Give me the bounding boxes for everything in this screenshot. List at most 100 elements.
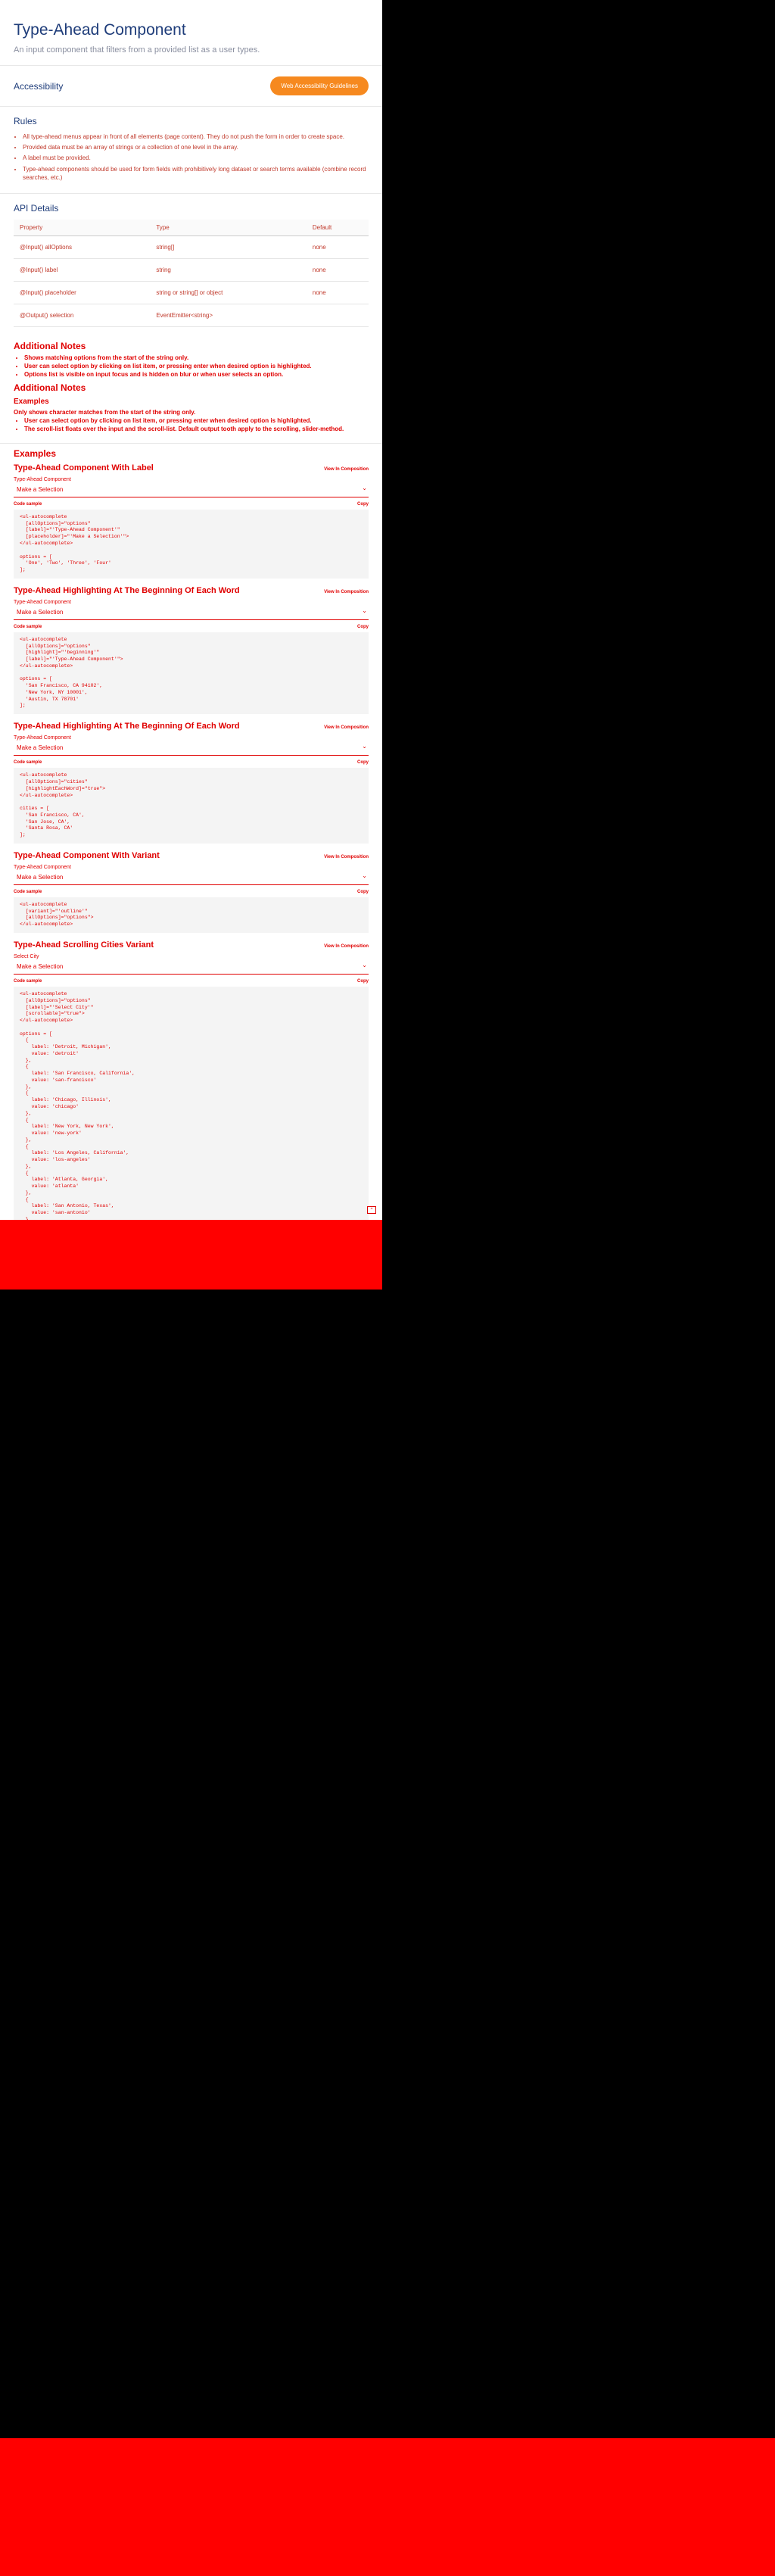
notes-section: Additional Notes Shows matching options … — [0, 341, 382, 444]
notes-list-wrapper: Shows matching options from the start of… — [14, 354, 369, 378]
cell-type: string[] — [150, 235, 307, 259]
table-row: @Output() selection EventEmitter<string> — [14, 304, 369, 327]
column-header: Type — [150, 219, 307, 236]
chevron-down-icon: ⌄ — [362, 484, 367, 491]
accessibility-section: Accessibility Web Accessibility Guidelin… — [0, 66, 382, 107]
type-ahead-input[interactable]: Type-Ahead Component Make a Selection ⌄ — [14, 476, 369, 497]
page-header: Type-Ahead Component An input component … — [0, 0, 382, 66]
page-subtitle: An input component that filters from a p… — [14, 45, 260, 55]
list-item: A label must be provided. — [23, 154, 369, 162]
type-ahead-input[interactable]: Type-Ahead Component Make a Selection ⌄ — [14, 734, 369, 756]
column-header: Property — [14, 219, 151, 236]
rules-list: All type-ahead menus appear in front of … — [14, 133, 369, 182]
code-sample-label: Code sample — [14, 760, 42, 766]
code-sample: <ul-autocomplete [allOptions]="options" … — [14, 509, 369, 579]
list-item: Shows matching options from the start of… — [24, 354, 369, 361]
field-label: Type-Ahead Component — [14, 476, 71, 482]
cell-default — [306, 304, 369, 327]
view-in-composition-link[interactable]: View In Composition — [324, 590, 369, 594]
cell-property: @Output() selection — [14, 304, 151, 327]
field-placeholder: Make a Selection — [17, 744, 64, 752]
example-title: Type-Ahead Component With Variant — [14, 850, 160, 860]
example-card: Type-Ahead Component With Label View In … — [14, 463, 369, 579]
example-card: Type-Ahead Highlighting At The Beginning… — [14, 722, 369, 844]
list-item: User can select option by clicking on li… — [24, 417, 369, 424]
code-sample: <ul-autocomplete [allOptions]="options" … — [14, 632, 369, 715]
type-ahead-input[interactable]: Type-Ahead Component Make a Selection ⌄ — [14, 598, 369, 620]
list-item: All type-ahead menus appear in front of … — [23, 133, 369, 141]
copy-button[interactable]: Copy — [357, 760, 369, 765]
examples-heading: Examples — [14, 448, 57, 459]
type-ahead-input[interactable]: Select City Make a Selection ⌄ — [14, 953, 369, 975]
field-placeholder: Make a Selection — [17, 962, 64, 970]
list-item: User can select option by clicking on li… — [24, 363, 369, 370]
api-table: Property Type Default @Input() allOption… — [14, 219, 369, 327]
accessibility-heading: Accessibility — [14, 80, 64, 92]
chevron-down-icon: ⌄ — [362, 607, 367, 614]
copy-button[interactable]: Copy — [357, 890, 369, 894]
list-item: Type-ahead components should be used for… — [23, 165, 369, 182]
page-title: Type-Ahead Component — [14, 21, 186, 39]
type-ahead-input[interactable]: Type-Ahead Component Make a Selection ⌄ — [14, 863, 369, 885]
list-item: The scroll-list floats over the input an… — [24, 426, 369, 432]
cell-type: string or string[] or object — [150, 281, 307, 304]
chevron-down-icon: ⌄ — [362, 872, 367, 879]
code-sample: <ul-autocomplete [allOptions]="cities" [… — [14, 768, 369, 844]
code-sample-label: Code sample — [14, 889, 42, 894]
list-item: Options list is visible on input focus a… — [24, 371, 369, 378]
api-heading: API Details — [14, 202, 59, 214]
chevron-down-icon: ⌄ — [362, 743, 367, 750]
example-title: Type-Ahead Scrolling Cities Variant — [14, 940, 154, 950]
accessibility-guidelines-button[interactable]: Web Accessibility Guidelines — [270, 76, 369, 95]
documentation-page: Type-Ahead Component An input component … — [0, 0, 382, 1220]
example-card: Type-Ahead Scrolling Cities Variant View… — [14, 940, 369, 1220]
field-label: Type-Ahead Component — [14, 735, 71, 741]
field-label: Type-Ahead Component — [14, 864, 71, 870]
notes-list-wrapper-2: User can select option by clicking on li… — [14, 417, 369, 432]
view-in-composition-link[interactable]: View In Composition — [324, 855, 369, 859]
example-title: Type-Ahead Component With Label — [14, 463, 154, 472]
cell-property: @Input() allOptions — [14, 235, 151, 259]
example-card: Type-Ahead Highlighting At The Beginning… — [14, 585, 369, 715]
field-label: Select City — [14, 953, 39, 959]
table-row: @Input() label string none — [14, 258, 369, 282]
example-card: Type-Ahead Component With Variant View I… — [14, 851, 369, 933]
copy-button[interactable]: Copy — [357, 625, 369, 629]
cell-type: string — [150, 258, 307, 282]
red-band-top — [0, 1220, 382, 1290]
cell-default: none — [306, 235, 369, 259]
cell-default: none — [306, 258, 369, 282]
variant-note: Only shows character matches from the st… — [14, 408, 196, 416]
variants-heading: Examples — [14, 397, 49, 406]
table-row: @Input() allOptions string[] none — [14, 235, 369, 259]
chevron-down-icon: ⌄ — [362, 961, 367, 968]
copy-button[interactable]: Copy — [357, 502, 369, 507]
api-section: API Details Property Type Default @Input… — [0, 194, 382, 336]
field-label: Type-Ahead Component — [14, 599, 71, 605]
rules-heading: Rules — [14, 116, 37, 126]
red-band-bottom — [0, 2438, 775, 2576]
notes-heading-secondary: Additional Notes — [14, 382, 86, 393]
table-row: @Input() placeholder string or string[] … — [14, 281, 369, 304]
cell-default: none — [306, 281, 369, 304]
code-sample: <ul-autocomplete [variant]="'outline'" [… — [14, 897, 369, 933]
field-placeholder: Make a Selection — [17, 873, 64, 881]
notes-heading: Additional Notes — [14, 340, 86, 351]
cell-type: EventEmitter<string> — [150, 304, 307, 327]
view-in-composition-link[interactable]: View In Composition — [324, 944, 369, 949]
examples-section: Examples Type-Ahead Component With Label… — [0, 448, 382, 1220]
code-sample: <ul-autocomplete [allOptions]="options" … — [14, 986, 369, 1220]
code-sample-label: Code sample — [14, 501, 42, 507]
rules-section: Rules All type-ahead menus appear in fro… — [0, 107, 382, 194]
example-title: Type-Ahead Highlighting At The Beginning… — [14, 585, 240, 595]
column-header: Default — [306, 219, 369, 236]
code-sample-label: Code sample — [14, 978, 42, 984]
copy-button[interactable]: Copy — [357, 979, 369, 984]
cell-property: @Input() label — [14, 258, 151, 282]
field-placeholder: Make a Selection — [17, 608, 64, 616]
view-in-composition-link[interactable]: View In Composition — [324, 725, 369, 730]
view-in-composition-link[interactable]: View In Composition — [324, 467, 369, 472]
cell-property: @Input() placeholder — [14, 281, 151, 304]
scroll-to-top-button[interactable]: ^ — [367, 1206, 376, 1214]
example-title: Type-Ahead Highlighting At The Beginning… — [14, 722, 240, 731]
